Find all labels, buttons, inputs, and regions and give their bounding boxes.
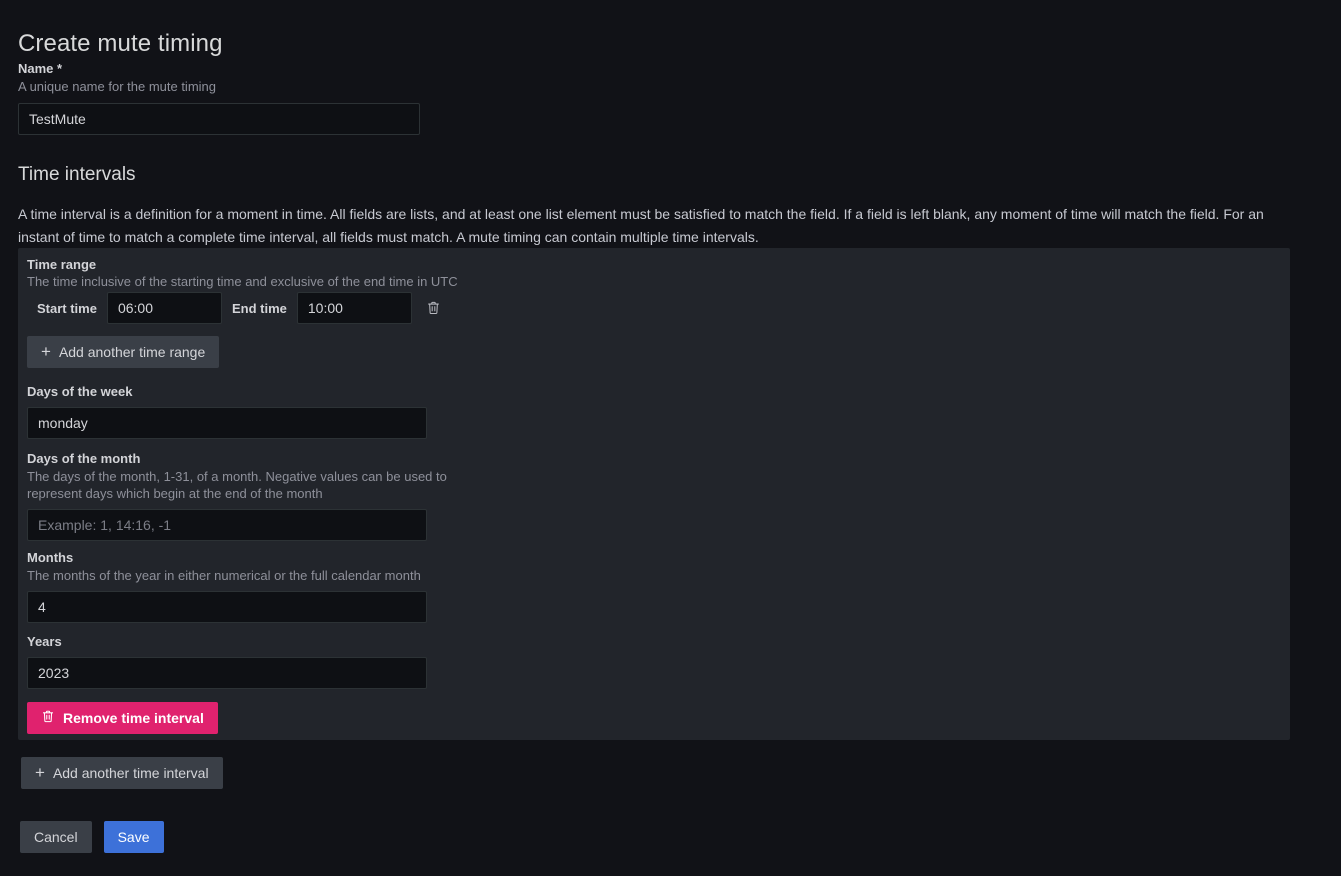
years-input[interactable] bbox=[27, 657, 427, 689]
add-another-time-range-button[interactable]: + Add another time range bbox=[27, 336, 220, 368]
months-group: Months The months of the year in either … bbox=[27, 549, 427, 623]
page-title: Create mute timing bbox=[18, 30, 223, 58]
trash-icon bbox=[426, 300, 441, 316]
end-time-input[interactable] bbox=[296, 292, 412, 324]
time-intervals-description: A time interval is a definition for a mo… bbox=[18, 206, 1264, 245]
delete-time-range-button[interactable] bbox=[418, 292, 450, 324]
trash-icon bbox=[41, 709, 55, 727]
days-of-month-input[interactable] bbox=[27, 509, 427, 541]
save-button[interactable]: Save bbox=[103, 821, 164, 853]
time-interval-panel: Time range The time inclusive of the sta… bbox=[18, 248, 1290, 740]
remove-time-interval-label: Remove time interval bbox=[63, 710, 204, 726]
days-of-month-label: Days of the month bbox=[27, 451, 141, 466]
form-actions: Cancel Save bbox=[20, 821, 164, 853]
start-time-input[interactable] bbox=[106, 292, 222, 324]
months-label: Months bbox=[27, 550, 74, 565]
add-another-time-interval-button[interactable]: + Add another time interval bbox=[21, 757, 223, 789]
name-field-label: Name * bbox=[18, 61, 63, 76]
start-time-label: Start time bbox=[37, 300, 97, 316]
cancel-button[interactable]: Cancel bbox=[20, 821, 92, 853]
remove-time-interval-button[interactable]: Remove time interval bbox=[27, 702, 218, 734]
name-field-group: Name * A unique name for the mute timing bbox=[18, 60, 420, 135]
name-field-description: A unique name for the mute timing bbox=[18, 79, 217, 94]
time-range-label: Time range bbox=[27, 257, 97, 272]
add-another-time-interval-label: Add another time interval bbox=[52, 765, 209, 781]
time-range-description: The time inclusive of the starting time … bbox=[27, 274, 458, 289]
days-of-week-label: Days of the week bbox=[27, 384, 133, 399]
days-of-week-group: Days of the week bbox=[27, 383, 427, 439]
years-label: Years bbox=[27, 634, 62, 649]
end-time-label: End time bbox=[231, 300, 287, 316]
years-group: Years bbox=[27, 633, 427, 689]
days-of-week-input[interactable] bbox=[27, 407, 427, 439]
days-of-month-description: The days of the month, 1-31, of a month.… bbox=[27, 469, 447, 501]
months-input[interactable] bbox=[27, 591, 427, 623]
create-mute-timing-page: Create mute timing Name * A unique name … bbox=[0, 0, 1341, 876]
time-intervals-heading: Time intervals bbox=[18, 163, 136, 185]
days-of-month-group: Days of the month The days of the month,… bbox=[27, 450, 457, 541]
plus-icon: + bbox=[41, 341, 51, 361]
name-input[interactable] bbox=[18, 103, 420, 135]
add-another-time-range-label: Add another time range bbox=[58, 344, 206, 360]
plus-icon: + bbox=[35, 762, 45, 782]
months-description: The months of the year in either numeric… bbox=[27, 568, 421, 583]
time-range-row: Start time End time bbox=[27, 292, 450, 324]
